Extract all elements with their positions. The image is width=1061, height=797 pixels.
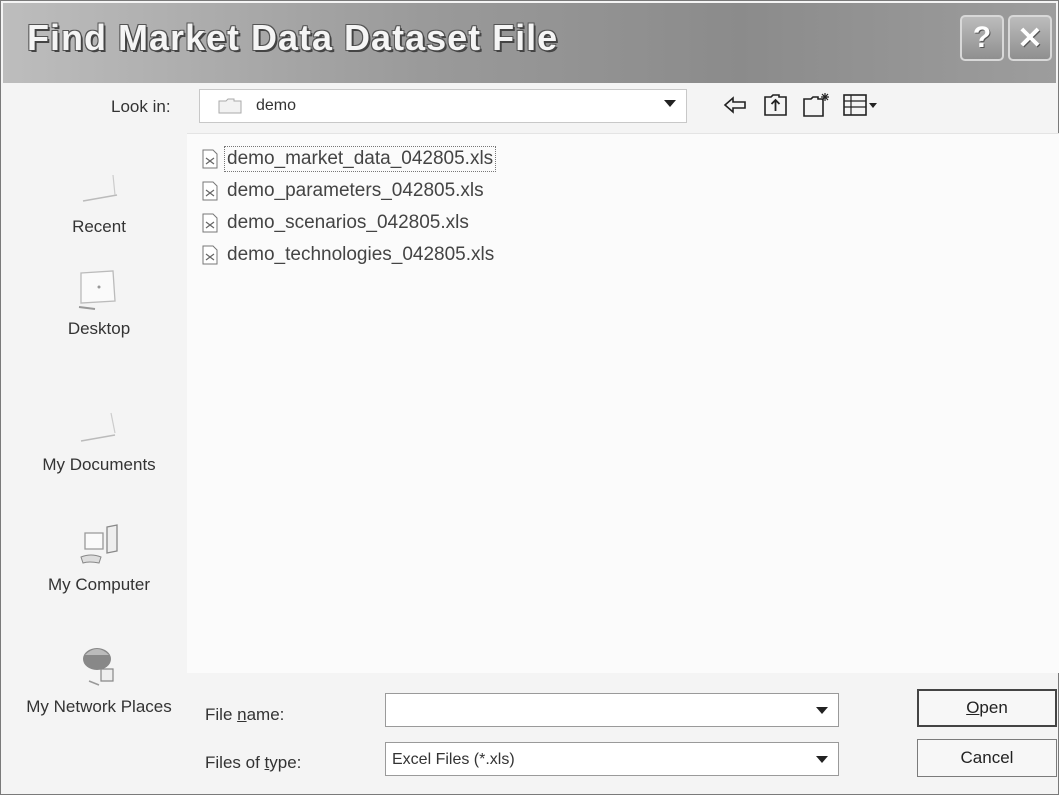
recent-icon [82, 174, 118, 202]
close-icon: ✕ [1017, 21, 1043, 55]
up-one-level-icon[interactable] [761, 91, 791, 119]
file-name: demo_technologies_042805.xls [227, 244, 495, 265]
place-desktop[interactable]: Desktop [19, 263, 179, 339]
help-icon: ? [972, 21, 992, 54]
chevron-down-icon[interactable] [664, 100, 676, 107]
place-label: My Computer [47, 575, 151, 594]
file-list[interactable]: demo_market_data_042805.xls demo_paramet… [187, 133, 1059, 673]
file-item[interactable]: demo_parameters_042805.xls [201, 176, 486, 206]
file-type-label: Files of type: [205, 753, 302, 772]
look-in-value: demo [256, 97, 297, 114]
file-name-label: File name: [205, 705, 285, 724]
my-computer-icon [80, 524, 118, 564]
folder-icon [218, 98, 242, 114]
help-button[interactable]: ? [960, 15, 1004, 61]
place-my-network-places[interactable]: My Network Places [19, 641, 179, 717]
look-in-label: Look in: [111, 97, 171, 116]
look-in-dropdown[interactable]: demo [199, 89, 687, 123]
cancel-button[interactable]: Cancel [917, 739, 1057, 777]
close-button[interactable]: ✕ [1008, 15, 1052, 61]
new-folder-icon[interactable] [801, 91, 831, 119]
place-recent[interactable]: Recent [19, 161, 179, 237]
title-bar[interactable]: Find Market Data Dataset File ? ✕ [3, 3, 1056, 83]
open-button[interactable]: Open [917, 689, 1057, 727]
back-icon[interactable] [721, 91, 751, 119]
excel-file-icon [202, 213, 218, 233]
file-name-input[interactable] [385, 693, 839, 727]
chevron-down-icon[interactable] [816, 707, 828, 714]
file-name: demo_parameters_042805.xls [227, 180, 484, 201]
excel-file-icon [202, 181, 218, 201]
file-item[interactable]: demo_scenarios_042805.xls [201, 208, 471, 238]
file-name: demo_scenarios_042805.xls [227, 212, 469, 233]
view-menu-icon[interactable] [841, 91, 881, 119]
excel-file-icon [202, 245, 218, 265]
place-label: Recent [72, 217, 126, 236]
file-type-value: Excel Files (*.xls) [392, 751, 515, 768]
desktop-icon [78, 270, 116, 310]
file-name: demo_market_data_042805.xls [223, 146, 497, 172]
place-label: Desktop [67, 319, 131, 338]
window-title: Find Market Data Dataset File [27, 17, 559, 58]
my-documents-icon [80, 412, 116, 442]
place-my-documents[interactable]: My Documents [19, 399, 179, 475]
chevron-down-icon[interactable] [816, 756, 828, 763]
file-item[interactable]: demo_technologies_042805.xls [201, 240, 496, 270]
excel-file-icon [202, 149, 218, 169]
network-places-icon [83, 648, 114, 686]
place-label: My Documents [42, 455, 156, 474]
place-label: My Network Places [26, 697, 172, 716]
file-type-dropdown[interactable]: Excel Files (*.xls) [385, 742, 839, 776]
place-my-computer[interactable]: My Computer [19, 519, 179, 595]
file-item[interactable]: demo_market_data_042805.xls [201, 144, 497, 174]
file-open-dialog: Find Market Data Dataset File ? ✕ Look i… [0, 0, 1059, 795]
